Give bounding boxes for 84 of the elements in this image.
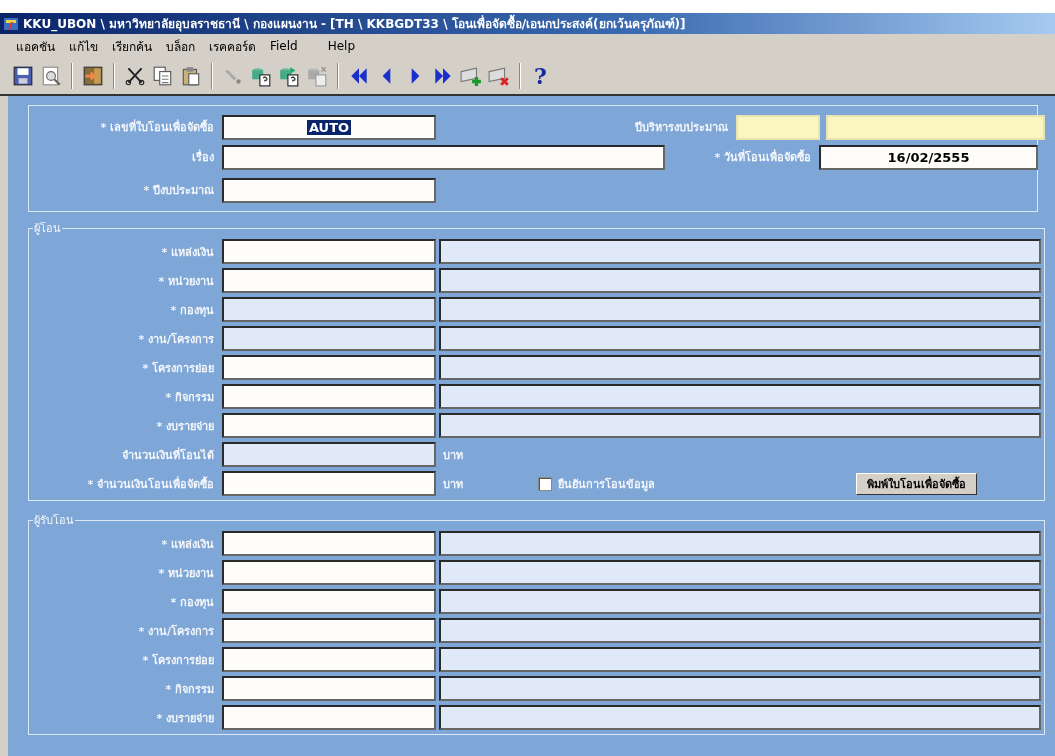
field-label: * กองทุน [169,302,215,319]
name-field[interactable] [439,560,1041,585]
paste-icon[interactable] [180,65,202,87]
section-legend: ผู้โอน [33,219,62,237]
unit-label: บาท [443,476,464,493]
code-field[interactable] [222,560,436,585]
name-field[interactable] [439,297,1041,322]
budget-year-field[interactable] [222,177,436,203]
name-field[interactable] [439,676,1041,701]
field-label: * โครงการย่อย [141,360,215,377]
unit-label: บาท [443,447,464,464]
help-button[interactable]: ? [530,63,551,89]
app-icon [3,15,19,32]
field-label: * กองทุน [169,594,215,611]
field-label: * แหล่งเงิน [160,244,215,261]
field-label: * จำนวนเงินโอนเพื่อจัดซื้อ [86,475,215,493]
cut-icon[interactable] [124,65,146,87]
field-label: * งาน/โครงการ [137,623,215,640]
save-icon[interactable] [12,65,34,87]
menu-item[interactable]: แก้ไข [69,36,98,56]
document-number-field[interactable]: AUTO [222,114,436,140]
name-field[interactable] [439,413,1041,438]
field-label: ปีบริหารงบประมาณ [634,120,729,136]
code-field[interactable] [222,268,436,293]
name-field[interactable] [439,531,1041,556]
field-label: * กิจกรรม [164,681,215,698]
field-label: จำนวนเงินที่โอนได้ [121,446,215,464]
name-field[interactable] [439,705,1041,730]
name-field[interactable] [439,384,1041,409]
copy-icon[interactable] [152,65,174,87]
field-label: * งบรายจ่าย [155,710,215,727]
code-field[interactable] [222,618,436,643]
menu-item[interactable]: เรียกค้น [112,36,152,56]
code-field[interactable] [222,297,436,322]
code-field[interactable] [222,647,436,672]
menu-item[interactable]: บล็อก [166,36,195,56]
name-field[interactable] [439,355,1041,380]
field-label: * ปีงบประมาณ [142,183,215,199]
amount-field[interactable] [222,471,436,496]
admin-year-field[interactable] [736,114,820,140]
transfer-date-field[interactable]: 16/02/2555 [819,144,1038,170]
field-label: * วันที่โอนเพื่อจัดซื้อ [713,148,812,166]
print-button[interactable]: พิมพ์ใบโอนเพื่อจัดซื้อ [856,472,977,495]
checkbox-label: ยืนยันการโอนข้อมูล [558,476,656,493]
field-label: * หน่วยงาน [157,273,215,290]
subject-field[interactable] [222,144,665,170]
admin-year-name-field[interactable] [826,114,1045,140]
code-field[interactable] [222,355,436,380]
print-preview-icon[interactable] [40,65,62,87]
code-field[interactable] [222,705,436,730]
field-label: * หน่วยงาน [157,565,215,582]
code-field[interactable] [222,239,436,264]
database-run-query-icon[interactable] [278,65,300,87]
menu-item[interactable]: Help [327,39,356,53]
menu-item[interactable]: เรคคอร์ด [209,36,256,56]
menu-item[interactable]: แอคชัน [16,36,55,56]
confirm-checkbox[interactable] [538,476,552,491]
name-field[interactable] [439,618,1041,643]
name-field[interactable] [439,647,1041,672]
database-query-icon[interactable] [250,65,272,87]
name-field[interactable] [439,326,1041,351]
available-amount-field[interactable] [222,442,436,467]
exit-icon[interactable] [82,65,104,87]
code-field[interactable] [222,326,436,351]
code-field[interactable] [222,676,436,701]
delete-record-icon[interactable] [488,65,510,87]
code-field[interactable] [222,589,436,614]
menu-item[interactable]: Field [270,39,298,53]
name-field[interactable] [439,589,1041,614]
field-label: * เลขที่ใบโอนเพื่อจัดซื้อ [99,118,215,136]
window-title: KKU_UBON \ มหาวิทยาลัยอุบลราชธานี \ กองแผนงาน - [TH \ KKBGDT33 \ โอนเพื่อจัดซื้อ/เอนกประสงค์(ยกเว้นครุภัณฑ์)] [23,14,686,33]
section-legend: ผู้รับโอน [33,511,75,529]
field-label: * กิจกรรม [164,389,215,406]
field-label: * งบรายจ่าย [155,418,215,435]
code-field[interactable] [222,413,436,438]
name-field[interactable] [439,268,1041,293]
field-label: * แหล่งเงิน [160,536,215,553]
field-label: * งาน/โครงการ [137,331,215,348]
name-field[interactable] [439,239,1041,264]
field-label: * โครงการย่อย [141,652,215,669]
field-label: เรื่อง [191,148,215,166]
code-field[interactable] [222,384,436,409]
insert-record-icon[interactable] [460,65,482,87]
code-field[interactable] [222,531,436,556]
